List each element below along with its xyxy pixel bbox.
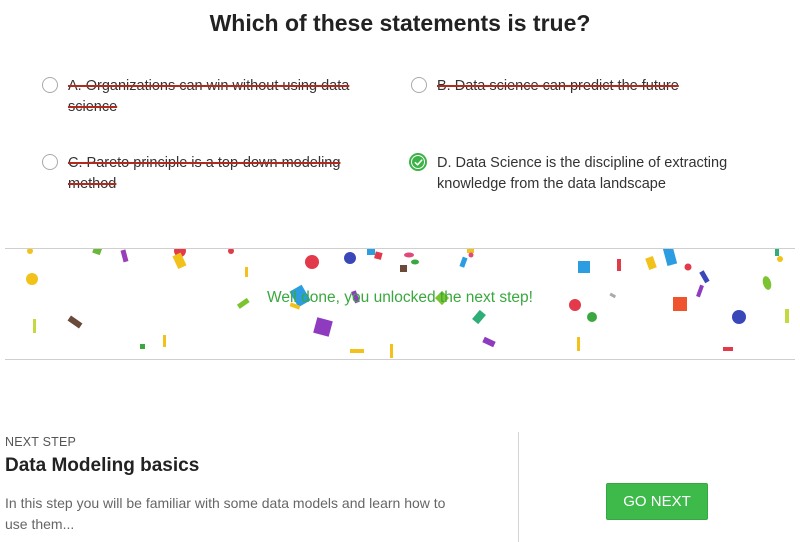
radio-button-a[interactable] bbox=[42, 77, 58, 93]
radio-button-c[interactable] bbox=[42, 154, 58, 170]
option-d-label: D. Data Science is the discipline of ext… bbox=[437, 155, 728, 192]
radio-button-b[interactable] bbox=[411, 77, 427, 93]
option-a[interactable]: A. Organizations can win without using d… bbox=[42, 76, 382, 118]
next-step-description: In this step you will be familiar with s… bbox=[5, 495, 446, 532]
option-b[interactable]: B. Data science can predict the future bbox=[411, 76, 751, 97]
option-a-label: A. Organizations can win without using d… bbox=[68, 78, 350, 115]
option-c-label: C. Pareto principle is a top-down modeli… bbox=[68, 155, 341, 192]
radio-button-d[interactable] bbox=[409, 153, 427, 171]
option-d[interactable]: D. Data Science is the discipline of ext… bbox=[409, 153, 769, 195]
success-banner: Well done, you unlocked the next step! bbox=[5, 248, 795, 360]
go-next-button[interactable]: GO NEXT bbox=[606, 483, 708, 520]
next-step-title: Data Modeling basics bbox=[5, 455, 200, 476]
vertical-divider bbox=[518, 432, 519, 542]
question-title: Which of these statements is true? bbox=[209, 10, 591, 36]
success-message: Well done, you unlocked the next step! bbox=[267, 289, 533, 306]
option-c[interactable]: C. Pareto principle is a top-down modeli… bbox=[42, 153, 382, 195]
check-icon bbox=[414, 158, 422, 166]
option-b-label: B. Data science can predict the future bbox=[437, 78, 679, 94]
next-step-kicker: NEXT STEP bbox=[5, 435, 77, 449]
